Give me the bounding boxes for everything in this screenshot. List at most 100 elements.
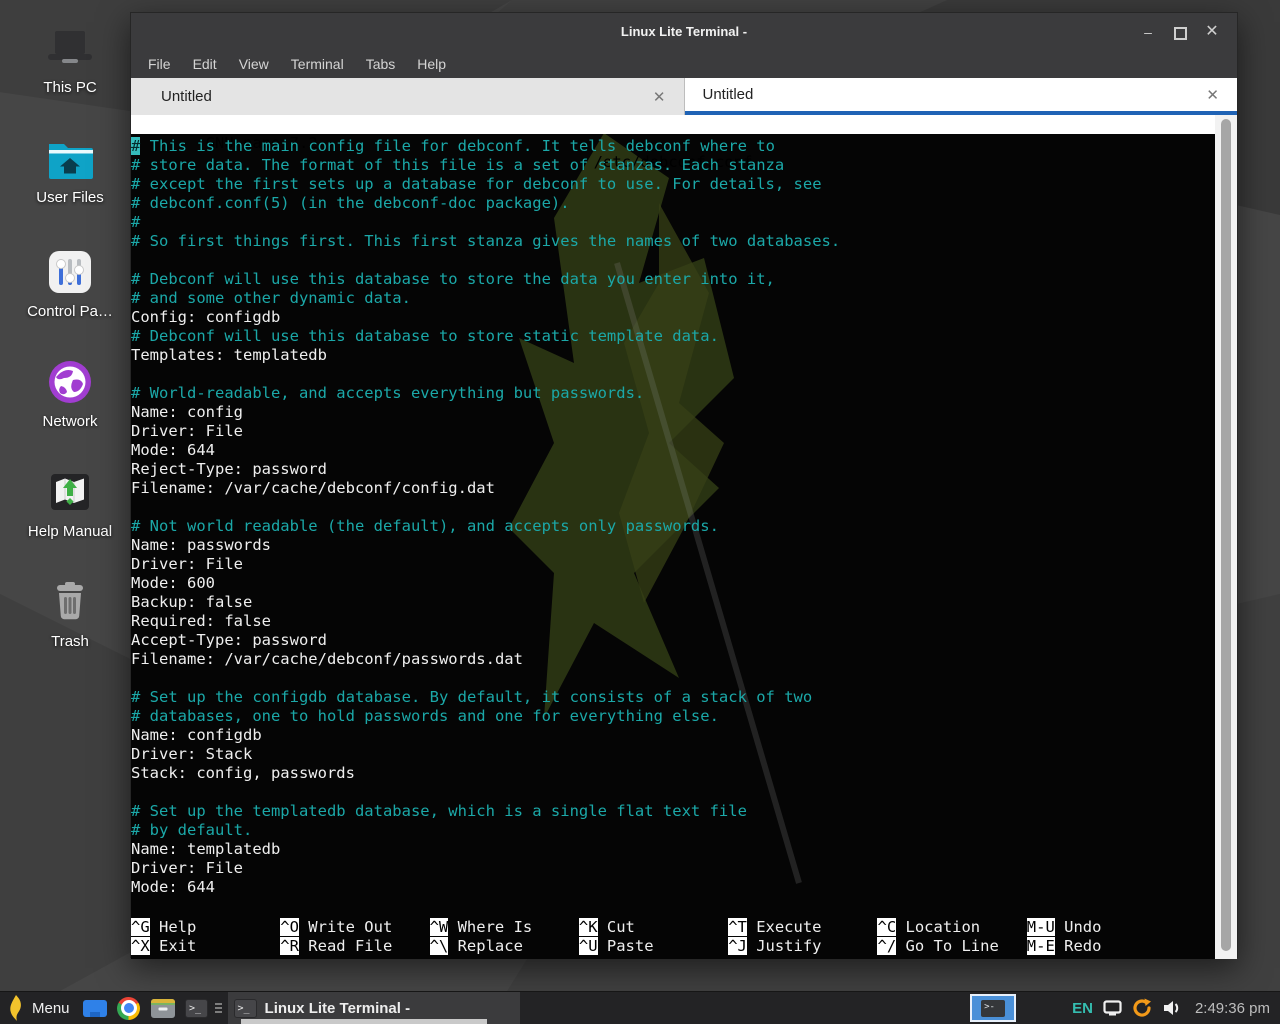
desktop-icon-label: Help Manual — [10, 523, 130, 540]
tab-untitled-1[interactable]: Untitled ✕ — [131, 78, 685, 115]
menu-item-terminal[interactable]: Terminal — [280, 51, 355, 78]
nano-shortcut: ^C Location — [877, 918, 1026, 937]
desktop-icon-network[interactable]: Network — [10, 358, 130, 430]
taskbar-tray: >- EN 2:49:36 pm — [970, 992, 1280, 1024]
network-globe-icon — [46, 358, 94, 406]
terminal-line: Required: false — [131, 612, 1237, 631]
menu-item-tabs[interactable]: Tabs — [355, 51, 407, 78]
terminal-launcher[interactable]: >_ — [180, 992, 214, 1024]
maximize-button[interactable] — [1165, 13, 1195, 51]
volume-tray-icon[interactable] — [1162, 999, 1182, 1017]
titlebar[interactable]: Linux Lite Terminal - – ✕ — [131, 13, 1237, 51]
nano-shortcut: ^T Execute — [728, 918, 877, 937]
tab-label: Untitled — [703, 86, 754, 103]
shortcut-key: ^T — [728, 918, 747, 936]
terminal-line — [131, 365, 1237, 384]
terminal-line: # Set up the configdb database. By defau… — [131, 688, 1237, 707]
desktop-icon-control-panel[interactable]: Control Pa… — [10, 248, 130, 320]
terminal-line: # debconf.conf(5) (in the debconf-doc pa… — [131, 194, 1237, 213]
active-task-indicator — [241, 1019, 487, 1024]
shortcut-key: ^\ — [430, 937, 449, 955]
terminal-line: Driver: File — [131, 555, 1237, 574]
menu-item-help[interactable]: Help — [406, 51, 457, 78]
terminal-line: # by default. — [131, 821, 1237, 840]
terminal-line: # World-readable, and accepts everything… — [131, 384, 1237, 403]
updates-tray-icon[interactable] — [1131, 997, 1153, 1019]
shortcut-key: ^/ — [877, 937, 896, 955]
display-tray-icon[interactable] — [1103, 1000, 1122, 1016]
close-button[interactable]: ✕ — [1197, 13, 1227, 51]
terminal-icon: >_ — [234, 999, 257, 1018]
linux-lite-flame-icon — [8, 995, 25, 1021]
desktop-icon-user-files[interactable]: User Files — [10, 138, 130, 206]
shortcut-key: ^O — [280, 918, 299, 936]
nano-shortcut: ^O Write Out — [280, 918, 429, 937]
terminal-line: # store data. The format of this file is… — [131, 156, 1237, 175]
tab-label: Untitled — [161, 88, 212, 105]
terminal-line: # So first things first. This first stan… — [131, 232, 1237, 251]
shortcut-key: ^K — [579, 918, 598, 936]
taskbar-window-label: Linux Lite Terminal - — [265, 1000, 411, 1017]
menubar: File Edit View Terminal Tabs Help — [131, 51, 1237, 78]
file-manager-icon — [151, 999, 175, 1018]
text-cursor: # — [131, 137, 140, 155]
shortcut-key: ^W — [430, 918, 449, 936]
minimize-button[interactable]: – — [1133, 13, 1163, 51]
terminal-line: # This is the main config file for debco… — [131, 137, 1237, 156]
tab-untitled-2[interactable]: Untitled ✕ — [685, 78, 1238, 115]
scrollbar-thumb[interactable] — [1221, 119, 1231, 951]
desktop-icon-this-pc[interactable]: This PC — [10, 28, 130, 96]
terminal-line: # except the first sets up a database fo… — [131, 175, 1237, 194]
desktop-icon-label: This PC — [10, 79, 130, 96]
menu-item-view[interactable]: View — [228, 51, 280, 78]
terminal-line: Name: configdb — [131, 726, 1237, 745]
shortcut-key: ^J — [728, 937, 747, 955]
tab-bar: Untitled ✕ Untitled ✕ — [131, 78, 1237, 115]
clock[interactable]: 2:49:36 pm — [1195, 1000, 1270, 1017]
nano-shortcut: ^W Where Is — [430, 918, 579, 937]
nano-shortcut: ^R Read File — [280, 937, 429, 956]
terminal-line: Config: configdb — [131, 308, 1237, 327]
terminal-line: Stack: config, passwords — [131, 764, 1237, 783]
show-desktop-launcher[interactable] — [78, 992, 112, 1024]
terminal-line — [131, 498, 1237, 517]
terminal-line: # and some other dynamic data. — [131, 289, 1237, 308]
menu-item-edit[interactable]: Edit — [182, 51, 228, 78]
chrome-launcher[interactable] — [112, 992, 146, 1024]
terminal-line: # Set up the templatedb database, which … — [131, 802, 1237, 821]
control-panel-icon — [46, 248, 94, 296]
terminal-line: Name: templatedb — [131, 840, 1237, 859]
shortcut-key: ^R — [280, 937, 299, 955]
terminal-screen[interactable]: GNU nano 7.2 /etc/debconf.conf # This is… — [131, 115, 1237, 959]
desktop-icon-help-manual[interactable]: Help Manual — [10, 468, 130, 540]
panel-separator — [214, 992, 224, 1024]
terminal-line: Driver: File — [131, 422, 1237, 441]
terminal-icon: >_ — [185, 999, 208, 1018]
tab-close-icon[interactable]: ✕ — [653, 88, 666, 106]
terminal-line: # — [131, 213, 1237, 232]
nano-shortcut: ^U Paste — [579, 937, 728, 956]
chrome-icon — [117, 997, 140, 1020]
nano-shortcut: ^/ Go To Line — [877, 937, 1026, 956]
terminal-line: Mode: 644 — [131, 878, 1237, 897]
tab-close-icon[interactable]: ✕ — [1206, 86, 1219, 104]
menu-item-file[interactable]: File — [137, 51, 182, 78]
terminal-line: Mode: 600 — [131, 574, 1237, 593]
nano-shortcut: M-U Undo — [1027, 918, 1176, 937]
terminal-icon: >- — [981, 1000, 1005, 1017]
file-manager-launcher[interactable] — [146, 992, 180, 1024]
terminal-line: Filename: /var/cache/debconf/config.dat — [131, 479, 1237, 498]
pc-icon — [44, 28, 96, 72]
terminal-line: Mode: 644 — [131, 441, 1237, 460]
terminal-line: Templates: templatedb — [131, 346, 1237, 365]
menu-button[interactable]: Menu — [0, 992, 78, 1024]
nano-shortcut: ^J Justify — [728, 937, 877, 956]
taskbar: Menu >_ >_ Linux Lite Terminal - >- EN — [0, 991, 1280, 1024]
language-indicator[interactable]: EN — [1072, 1000, 1093, 1017]
nano-shortcut: ^X Exit — [131, 937, 280, 956]
desktop-icon-trash[interactable]: Trash — [10, 578, 130, 650]
scrollbar-track[interactable] — [1215, 115, 1237, 959]
tray-terminal-button[interactable]: >- — [970, 994, 1016, 1022]
terminal-line: Driver: Stack — [131, 745, 1237, 764]
shortcut-key: M-E — [1027, 937, 1055, 955]
